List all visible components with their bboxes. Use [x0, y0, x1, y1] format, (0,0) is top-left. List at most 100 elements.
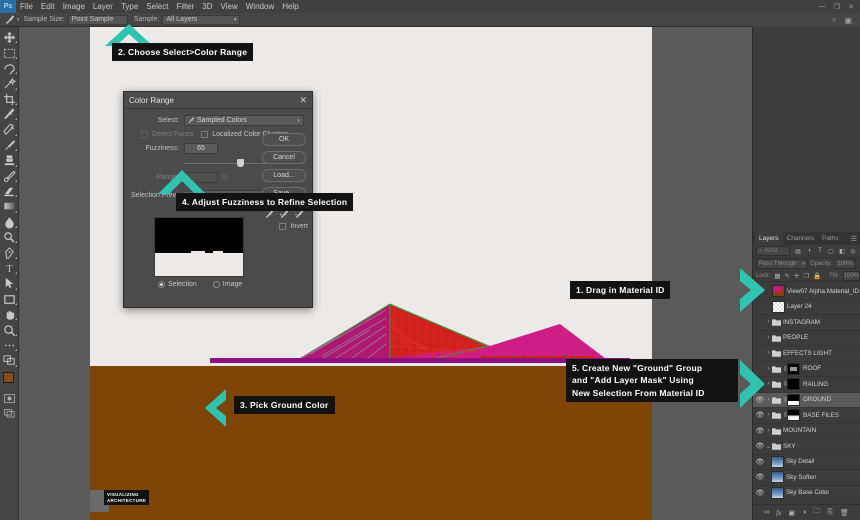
quick-mask-button[interactable]	[0, 391, 19, 406]
quick-selection-tool[interactable]	[0, 76, 19, 91]
menu-3d[interactable]: 3D	[198, 0, 216, 13]
pixel-filter-icon[interactable]: ▤	[794, 247, 802, 255]
layer-row[interactable]: 👁View07 Alpha.Material_ID	[753, 284, 860, 300]
layer-row[interactable]: 👁›⛓GROUND	[753, 393, 860, 409]
tab-channels[interactable]: Channels	[783, 232, 818, 245]
type-tool[interactable]: T	[0, 261, 19, 276]
tab-layers[interactable]: Layers	[755, 232, 783, 245]
search-icon[interactable]: ⌕	[832, 15, 836, 25]
lock-position-icon[interactable]: ✛	[794, 272, 799, 280]
layer-thumbnail[interactable]	[771, 471, 784, 483]
foreground-color-swatch[interactable]	[3, 372, 14, 383]
group-expand-icon[interactable]: ›	[765, 428, 772, 434]
group-expand-icon[interactable]: ⌄	[765, 443, 772, 450]
new-layer-icon[interactable]: ⎘	[827, 509, 833, 517]
menu-window[interactable]: Window	[242, 0, 278, 13]
healing-brush-tool[interactable]	[0, 122, 19, 137]
group-expand-icon[interactable]: ›	[765, 335, 772, 341]
layer-thumbnail[interactable]	[771, 456, 784, 468]
adjustment-filter-icon[interactable]: ◑	[805, 247, 813, 255]
screen-mode-button[interactable]	[0, 406, 19, 421]
tool-preset-caret-icon[interactable]: ▾	[17, 17, 20, 23]
filter-toggle-icon[interactable]: ◎	[849, 247, 857, 255]
smartobject-filter-icon[interactable]: ◧	[838, 247, 846, 255]
shape-filter-icon[interactable]: ▢	[827, 247, 835, 255]
layer-row[interactable]: 👁⌄SKY	[753, 439, 860, 455]
fill-input[interactable]: 100%	[843, 271, 860, 281]
layer-visibility-icon[interactable]: 👁	[755, 489, 765, 497]
sample-size-select[interactable]: Point Sample	[68, 15, 128, 25]
clone-stamp-tool[interactable]	[0, 153, 19, 168]
fuzziness-input[interactable]: 65	[184, 143, 218, 154]
layers-list[interactable]: 👁View07 Alpha.Material_IDLayer 24›INSTAG…	[753, 284, 860, 504]
menu-filter[interactable]: Filter	[173, 0, 199, 13]
lock-image-icon[interactable]: ✎	[785, 272, 790, 280]
crop-tool[interactable]	[0, 92, 19, 107]
menu-layer[interactable]: Layer	[89, 0, 117, 13]
group-expand-icon[interactable]: ›	[765, 412, 772, 418]
menu-view[interactable]: View	[217, 0, 242, 13]
selection-preview-thumbnail[interactable]	[154, 217, 244, 277]
group-expand-icon[interactable]: ›	[765, 366, 772, 372]
menu-file[interactable]: File	[16, 0, 37, 13]
layer-mask-thumbnail[interactable]	[787, 378, 800, 390]
opacity-input[interactable]: 100%	[834, 259, 856, 269]
layer-row[interactable]: ›⛓ROOF	[753, 362, 860, 378]
menu-type[interactable]: Type	[117, 0, 142, 13]
maximize-button[interactable]: ❐	[834, 3, 840, 11]
layer-row[interactable]: ›INSTAGRAM	[753, 315, 860, 331]
layer-row[interactable]: ›EFFECTS LIGHT	[753, 346, 860, 362]
blur-tool[interactable]	[0, 215, 19, 230]
lock-transparency-icon[interactable]: ▩	[774, 272, 780, 280]
layer-visibility-icon[interactable]: 👁	[755, 473, 765, 481]
new-group-icon[interactable]: 🗀	[813, 507, 820, 518]
layer-visibility-icon[interactable]: 👁	[755, 427, 765, 435]
group-expand-icon[interactable]: ›	[765, 381, 772, 387]
group-expand-icon[interactable]: ›	[765, 397, 772, 403]
layer-row[interactable]: ›PEOPLE	[753, 331, 860, 347]
layer-row[interactable]: 👁Sky Detail	[753, 455, 860, 471]
delete-layer-icon[interactable]: 🗑	[840, 509, 849, 517]
gradient-tool[interactable]	[0, 199, 19, 214]
link-layers-icon[interactable]: ∞	[764, 509, 769, 516]
menu-help[interactable]: Help	[278, 0, 302, 13]
brush-tool[interactable]	[0, 138, 19, 153]
layer-row[interactable]: 👁Sky Base Color	[753, 486, 860, 502]
detect-faces-checkbox[interactable]	[141, 131, 148, 138]
path-selection-tool[interactable]	[0, 276, 19, 291]
rectangle-tool[interactable]	[0, 292, 19, 307]
menu-image[interactable]: Image	[59, 0, 89, 13]
add-mask-icon[interactable]: ▣	[788, 509, 795, 517]
lock-all-icon[interactable]: 🔒	[813, 272, 821, 280]
minimize-button[interactable]: —	[819, 3, 826, 11]
layer-visibility-icon[interactable]: 👁	[755, 458, 765, 466]
dodge-tool[interactable]	[0, 230, 19, 245]
layer-thumbnail[interactable]	[771, 487, 784, 499]
layer-row[interactable]: Layer 24	[753, 300, 860, 316]
group-expand-icon[interactable]: ›	[765, 350, 772, 356]
selection-radio[interactable]: Selection	[158, 281, 197, 288]
layer-style-icon[interactable]: fx	[776, 509, 781, 517]
layer-mask-thumbnail[interactable]	[787, 363, 800, 375]
layer-row[interactable]: 👁›MOUNTAIN	[753, 424, 860, 440]
layer-thumbnail[interactable]	[772, 285, 785, 297]
layer-visibility-icon[interactable]: 👁	[755, 411, 765, 419]
screen-mode-tool[interactable]	[0, 353, 19, 368]
invert-checkbox[interactable]	[279, 223, 286, 230]
color-swatches[interactable]	[0, 371, 19, 391]
menu-select[interactable]: Select	[142, 0, 172, 13]
eyedropper-tool[interactable]	[0, 107, 19, 122]
type-filter-icon[interactable]: T	[816, 247, 824, 255]
load-button[interactable]: Load...	[262, 169, 306, 182]
workspace-icon[interactable]: ▣	[844, 16, 852, 25]
layer-mask-thumbnail[interactable]	[787, 394, 800, 406]
cancel-button[interactable]: Cancel	[262, 151, 306, 164]
close-icon[interactable]: ✕	[299, 95, 307, 106]
lock-artboard-icon[interactable]: ❐	[803, 272, 809, 280]
localized-clusters-checkbox[interactable]	[201, 131, 208, 138]
move-tool[interactable]	[0, 30, 19, 45]
group-expand-icon[interactable]: ›	[765, 319, 772, 325]
close-button[interactable]: ✕	[848, 3, 854, 11]
ok-button[interactable]: OK	[262, 133, 306, 146]
layer-mask-thumbnail[interactable]	[787, 409, 800, 421]
